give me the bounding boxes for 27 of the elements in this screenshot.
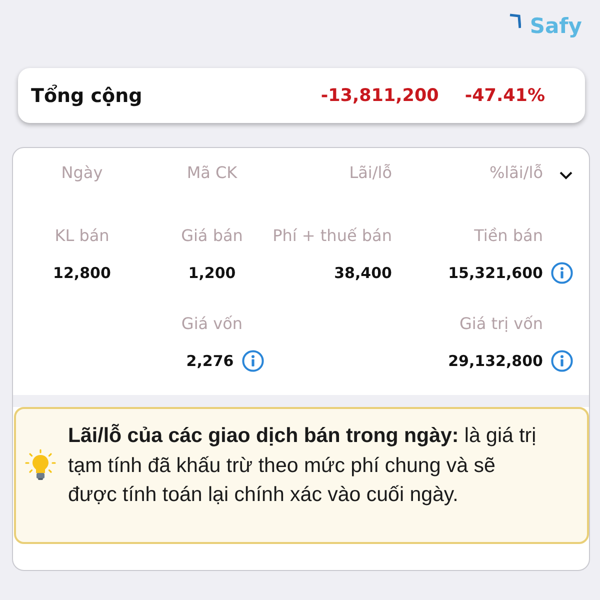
field-value: 29,132,800: [448, 352, 543, 370]
info-icon[interactable]: [551, 350, 573, 372]
chevron-down-icon[interactable]: [559, 170, 573, 180]
logo-mark-icon: [508, 13, 521, 29]
column-header: Lãi/lỗ: [349, 162, 392, 182]
field-value: 12,800: [53, 264, 111, 282]
note-text: Lãi/lỗ của các giao dịch bán trong ngày: là giá trị tạm tính đã khấu trừ theo mức phí chung và sẽ được tính toán lại chính xác vào cuối ngày.: [68, 422, 538, 508]
total-percent: -47.41%: [464, 86, 545, 106]
column-header: Ngày: [61, 162, 103, 182]
field-label: Giá bán: [181, 226, 243, 244]
field-value: 2,276: [186, 352, 234, 370]
logo-text: Safy: [530, 13, 582, 40]
field-label: Phí + thuế bán: [272, 226, 392, 244]
field-value: 38,400: [334, 264, 392, 282]
field-label: Giá vốn: [181, 314, 243, 332]
info-icon[interactable]: [242, 350, 264, 372]
field-label: Tiền bán: [474, 226, 543, 244]
total-label: Tổng cộng: [31, 84, 144, 106]
field-value: 1,200: [188, 264, 236, 282]
field-label: KL bán: [54, 226, 110, 244]
total-amount: -13,811,200: [320, 86, 439, 106]
column-header: %lãi/lỗ: [489, 162, 543, 182]
lightbulb-icon: [25, 449, 56, 482]
field-label: Giá trị vốn: [459, 314, 543, 332]
info-icon[interactable]: [551, 262, 573, 284]
field-value: 15,321,600: [448, 264, 543, 282]
column-header: Mã CK: [186, 162, 238, 182]
